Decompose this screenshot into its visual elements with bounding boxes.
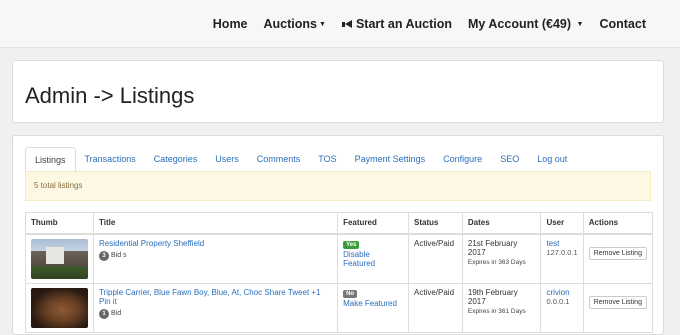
col-header-title: Title — [92, 212, 339, 235]
tab-categories[interactable]: Categories — [145, 147, 207, 171]
remove-listing-button[interactable]: Remove Listing — [588, 246, 647, 260]
featured-cell: No Make Featured — [337, 282, 410, 333]
nav-auctions-dropdown[interactable]: Auctions ▼ — [256, 17, 334, 31]
listings-panel: Listings Transactions Categories Users C… — [12, 135, 664, 335]
featured-badge: Yes — [343, 240, 360, 249]
tab-configure[interactable]: Configure — [434, 147, 491, 171]
bid-count: 1 Bid — [99, 308, 332, 319]
top-navbar: Home Auctions ▼ Start an Auction My Accou… — [0, 0, 680, 48]
thumb-cell — [25, 282, 94, 333]
bid-count-badge: 3 — [99, 250, 109, 261]
caret-down-icon: ▼ — [576, 21, 584, 28]
status-cell: Active/Paid — [408, 282, 463, 333]
expires-text: Expires in 361 Days — [467, 307, 526, 315]
user-link[interactable]: crivion — [546, 288, 569, 297]
user-ip: 0.0.0.1 — [546, 296, 570, 306]
actions-cell: Remove Listing — [582, 233, 654, 284]
col-header-actions: Actions — [582, 212, 654, 235]
col-header-thumb: Thumb — [25, 212, 94, 235]
nav-start-auction[interactable]: Start an Auction — [334, 17, 460, 31]
nav-contact[interactable]: Contact — [591, 17, 680, 31]
listing-date: 21st February 2017 — [467, 238, 518, 257]
actions-cell: Remove Listing — [582, 282, 654, 333]
listing-date: 19th February 2017 — [467, 287, 518, 306]
nav-auctions-label: Auctions — [263, 17, 317, 31]
featured-cell: Yes Disable Featured — [337, 233, 410, 284]
col-header-user: User — [540, 212, 584, 235]
tab-users[interactable]: Users — [206, 147, 248, 171]
dates-cell: 19th February 2017 Expires in 361 Days — [461, 282, 542, 333]
table-row: Residential Property Sheffield 3 Bid s Ye… — [25, 233, 654, 284]
dates-cell: 21st February 2017 Expires in 363 Days — [461, 233, 542, 284]
user-ip: 127.0.0.1 — [546, 247, 578, 257]
listing-title-link[interactable]: Tripple Carrier, Blue Fawn Boy, Blue, At… — [99, 288, 321, 306]
main-nav: Home Auctions ▼ Start an Auction My Accou… — [205, 0, 680, 48]
page-header-panel: Admin -> Listings — [12, 60, 664, 123]
tab-transactions[interactable]: Transactions — [76, 147, 145, 171]
caret-down-icon: ▼ — [319, 21, 326, 28]
listing-title-link[interactable]: Residential Property Sheffield — [99, 239, 204, 248]
tab-comments[interactable]: Comments — [248, 147, 310, 171]
nav-home[interactable]: Home — [205, 17, 256, 31]
status-cell: Active/Paid — [408, 233, 463, 284]
table-header-row: Thumb Title Featured Status Dates User A… — [25, 212, 654, 235]
expires-text: Expires in 363 Days — [467, 258, 526, 266]
user-cell: test 127.0.0.1 — [540, 233, 584, 284]
bid-count-label: Bid s — [111, 251, 127, 259]
col-header-status: Status — [408, 212, 463, 235]
tab-seo[interactable]: SEO — [491, 147, 528, 171]
disable-featured-link[interactable]: Disable Featured — [343, 250, 375, 268]
tab-payment-settings[interactable]: Payment Settings — [346, 147, 435, 171]
admin-tabs: Listings Transactions Categories Users C… — [25, 147, 651, 172]
title-cell: Tripple Carrier, Blue Fawn Boy, Blue, At… — [92, 282, 339, 333]
tab-log-out[interactable]: Log out — [528, 147, 576, 171]
total-listings-alert: 5 total listings — [25, 171, 651, 201]
col-header-featured: Featured — [337, 212, 410, 235]
featured-badge: No — [343, 289, 358, 298]
page-title: Admin -> Listings — [25, 83, 195, 108]
title-cell: Residential Property Sheffield 3 Bid s — [92, 233, 339, 284]
tab-listings[interactable]: Listings — [25, 147, 76, 172]
listings-table: Thumb Title Featured Status Dates User A… — [25, 212, 654, 333]
megaphone-icon — [341, 20, 353, 29]
bid-count-badge: 1 — [99, 308, 109, 319]
thumb-cell — [25, 233, 94, 284]
make-featured-link[interactable]: Make Featured — [343, 299, 397, 308]
tab-tos[interactable]: TOS — [309, 147, 345, 171]
bid-count: 3 Bid s — [99, 250, 332, 261]
nav-start-auction-label: Start an Auction — [355, 17, 453, 31]
remove-listing-button[interactable]: Remove Listing — [588, 295, 647, 309]
listing-thumbnail[interactable] — [31, 238, 88, 279]
user-cell: crivion 0.0.0.1 — [540, 282, 584, 333]
bid-count-label: Bid — [111, 309, 122, 317]
nav-my-account-label: My Account (€49) — [468, 17, 572, 31]
nav-my-account-dropdown[interactable]: My Account (€49) ▼ — [460, 17, 591, 31]
user-link[interactable]: test — [546, 239, 559, 248]
table-row: Tripple Carrier, Blue Fawn Boy, Blue, At… — [25, 282, 654, 333]
col-header-dates: Dates — [461, 212, 542, 235]
